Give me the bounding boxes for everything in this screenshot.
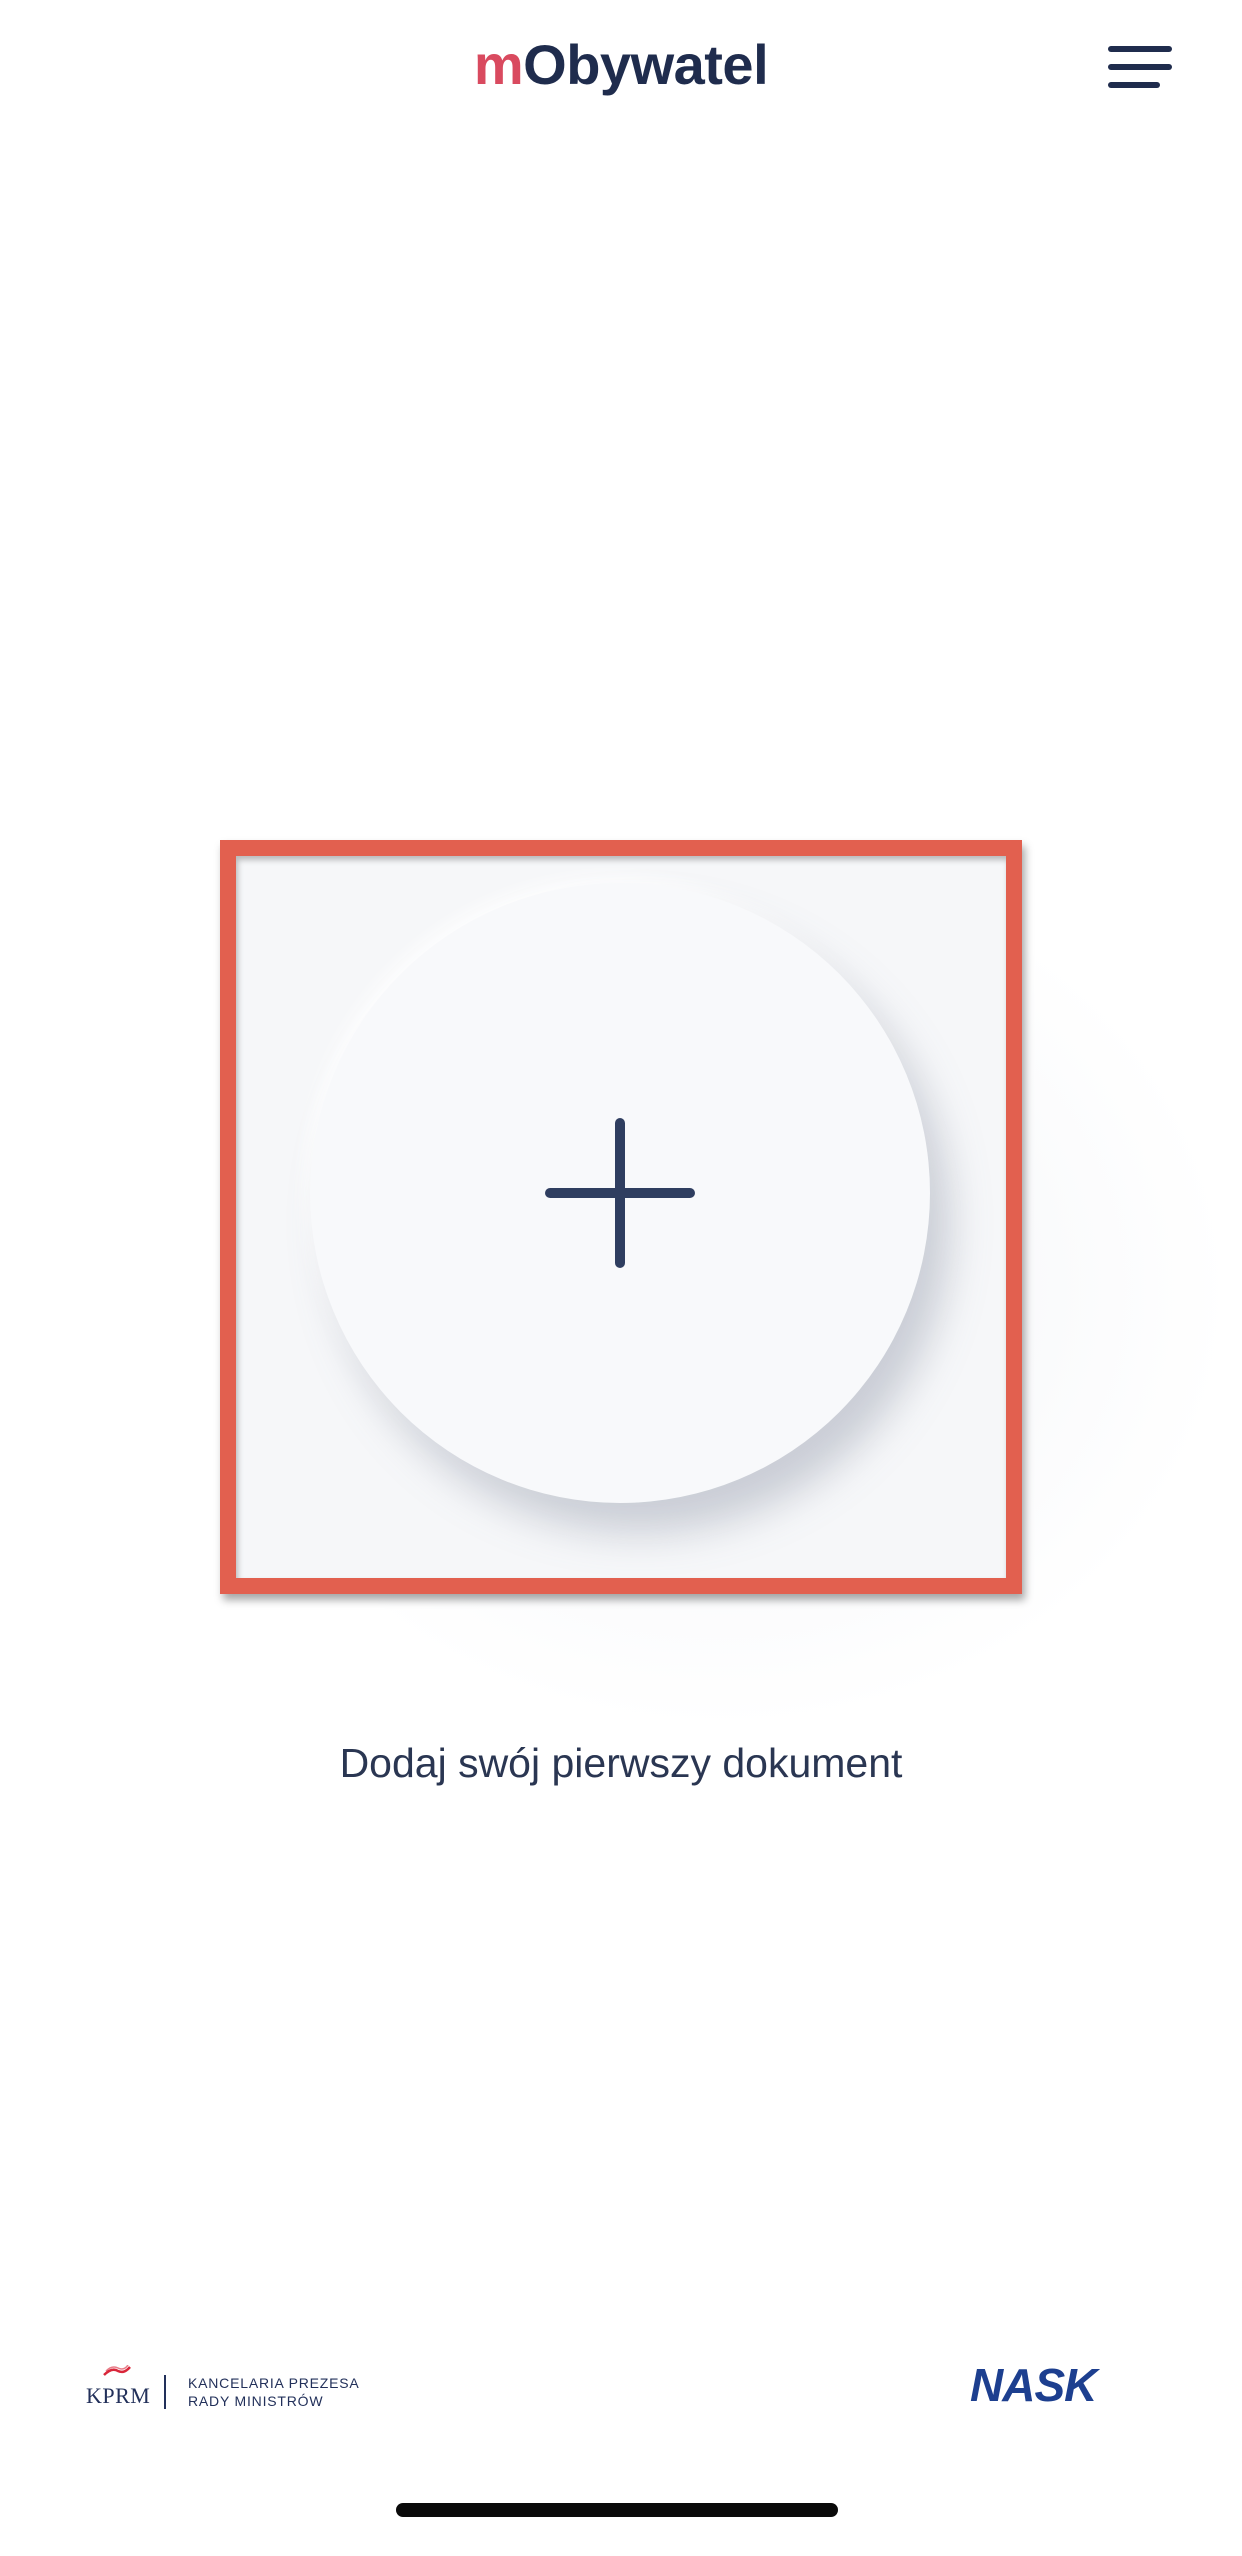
menu-line	[1108, 64, 1172, 70]
home-indicator[interactable]	[396, 2503, 838, 2517]
app-title: mObywatel	[0, 30, 1242, 100]
plus-vertical	[615, 1118, 625, 1268]
nask-logo: NASK	[970, 2359, 1097, 2411]
kprm-divider	[164, 2375, 166, 2409]
menu-line	[1108, 82, 1160, 88]
app-title-prefix: m	[473, 33, 524, 96]
kprm-logo: KPRM KANCELARIA PREZESA RADY MINISTRÓW	[86, 2365, 360, 2413]
kprm-line2: RADY MINISTRÓW	[188, 2393, 324, 2409]
plus-icon	[545, 1118, 695, 1268]
kprm-line1: KANCELARIA PREZESA	[188, 2375, 360, 2391]
kprm-abbr: KPRM	[86, 2383, 151, 2408]
hamburger-menu-icon[interactable]	[1100, 40, 1180, 100]
kprm-flag-icon	[103, 2365, 131, 2376]
menu-line	[1108, 46, 1172, 52]
home-screen: mObywatel Dodaj swój pierwszy dokument K…	[0, 0, 1242, 2556]
add-document-label[interactable]: Dodaj swój pierwszy dokument	[0, 1735, 1242, 1791]
app-title-main: Obywatel	[523, 33, 769, 96]
kprm-full-name: KANCELARIA PREZESA RADY MINISTRÓW	[188, 2374, 360, 2410]
add-document-button[interactable]	[310, 883, 930, 1503]
kprm-mark: KPRM	[86, 2365, 150, 2413]
